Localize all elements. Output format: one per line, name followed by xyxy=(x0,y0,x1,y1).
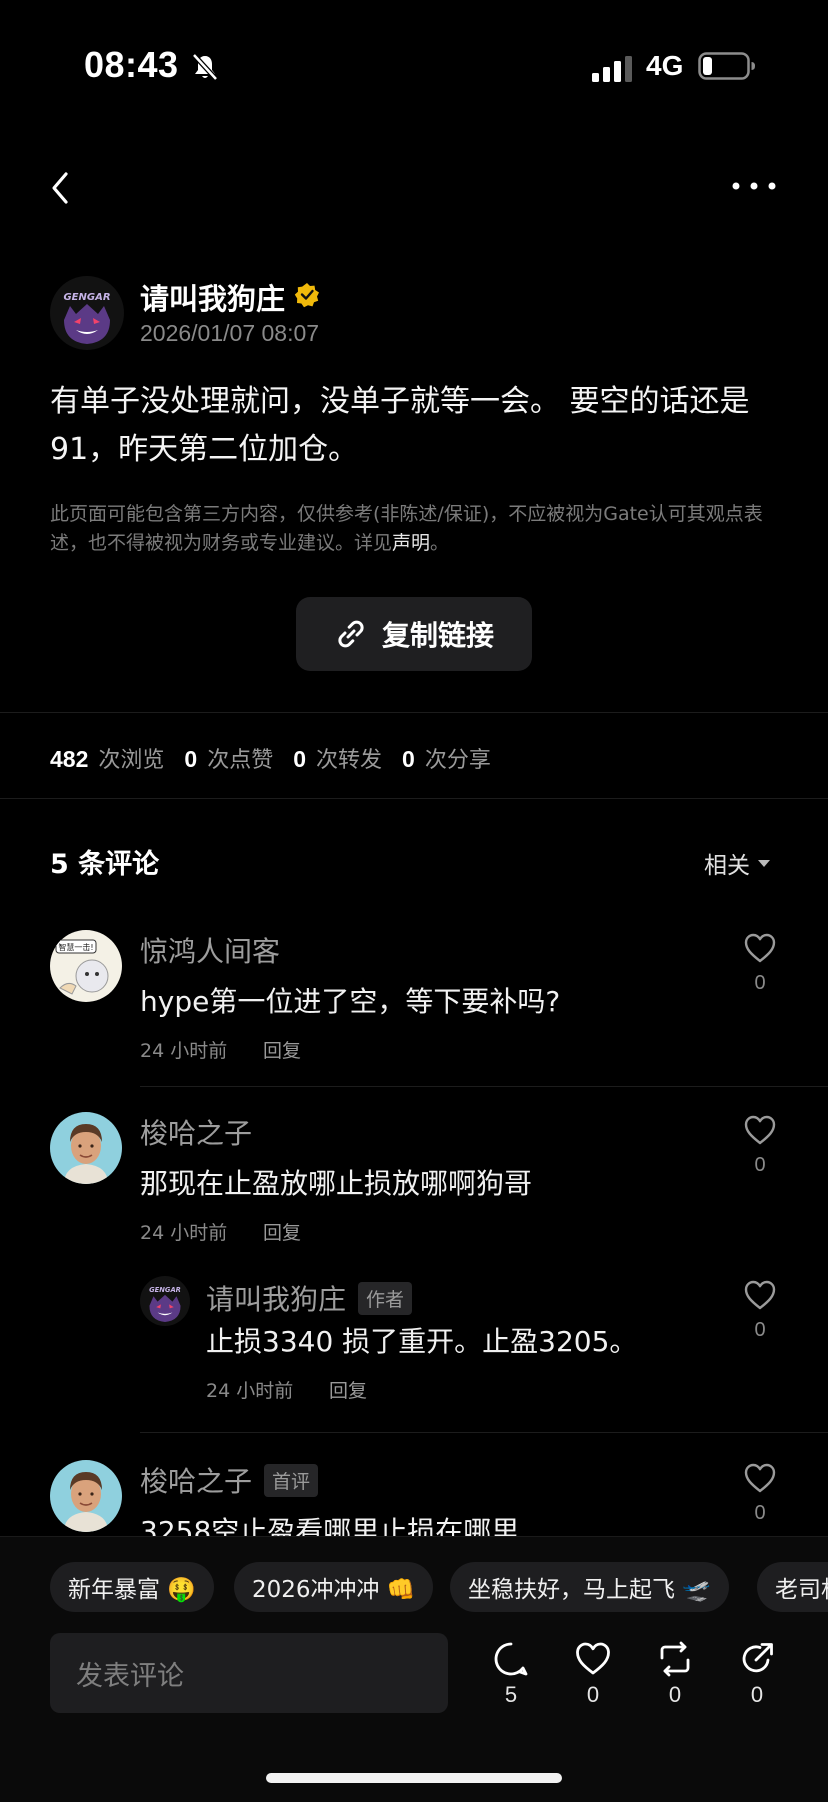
heart-outline-icon[interactable] xyxy=(743,1114,777,1146)
disclaimer: 此页面可能包含第三方内容，仅供参考(非陈述/保证)，不应被视为Gate认可其观点… xyxy=(50,500,780,558)
commenter-avatar[interactable]: 智慧一击! xyxy=(50,930,122,1002)
divider xyxy=(0,712,828,713)
link-icon xyxy=(338,620,364,648)
avatar-caption: 智慧一击! xyxy=(58,942,93,952)
post-timestamp: 2026/01/07 08:07 xyxy=(140,320,320,346)
sort-dropdown[interactable]: 相关 xyxy=(704,846,770,880)
repost-icon xyxy=(660,1641,690,1677)
repost-action[interactable]: 0 xyxy=(650,1640,700,1708)
commenter-avatar[interactable] xyxy=(50,1112,122,1184)
share-count: 0 xyxy=(402,746,415,772)
reply-avatar[interactable]: GENGAR xyxy=(140,1276,190,1326)
comment-like-count: 0 xyxy=(754,1502,766,1524)
comment-like-count: 0 xyxy=(754,972,766,994)
status-time: 08:43 xyxy=(84,44,179,85)
post-stats: 482 次浏览 0 次点赞 0 次转发 0 次分享 xyxy=(50,742,511,774)
share-icon xyxy=(742,1643,773,1673)
heart-outline-icon[interactable] xyxy=(743,932,777,964)
reply-time: 24 小时前 xyxy=(206,1380,294,1402)
avatar-logo-text: GENGAR xyxy=(63,292,110,303)
disclaimer-end: 。 xyxy=(430,532,450,554)
sort-label: 相关 xyxy=(704,853,750,879)
copy-link-button[interactable]: 复制链接 xyxy=(296,597,532,671)
like-label: 次点赞 xyxy=(207,748,274,773)
battery-icon xyxy=(698,52,755,80)
reply-author-name[interactable]: 请叫我狗庄 xyxy=(206,1278,346,1318)
divider xyxy=(140,1432,828,1433)
repost-count: 0 xyxy=(293,746,306,772)
commenter-avatar[interactable] xyxy=(50,1460,122,1532)
network-label: 4G xyxy=(646,50,684,81)
copy-link-label: 复制链接 xyxy=(381,619,494,652)
first-comment-tag: 首评 xyxy=(264,1464,319,1497)
author-avatar[interactable]: GENGAR xyxy=(50,276,124,350)
reply-button[interactable]: 回复 xyxy=(329,1376,367,1403)
heart-outline-icon[interactable] xyxy=(743,1279,777,1311)
quick-reply-chip[interactable]: 新年暴富 🤑 xyxy=(50,1562,214,1612)
commenter-name[interactable]: 惊鸿人间客 xyxy=(140,930,280,970)
share-action[interactable]: 0 xyxy=(732,1640,782,1708)
view-count: 482 xyxy=(50,746,89,772)
verified-badge-icon xyxy=(294,283,319,308)
home-indicator[interactable] xyxy=(266,1773,562,1783)
comment-bubble-icon xyxy=(494,1642,528,1676)
share-label: 次分享 xyxy=(424,748,491,773)
comment-input[interactable]: 发表评论 xyxy=(50,1633,448,1713)
share-action-count: 0 xyxy=(750,1682,764,1707)
post-body: 有单子没处理就问，没单子就等一会。 要空的话还是91，昨天第二位加仓。 xyxy=(50,384,750,467)
divider xyxy=(140,1086,828,1087)
comment-action-count: 5 xyxy=(504,1682,518,1707)
author-name[interactable]: 请叫我狗庄 xyxy=(140,276,285,318)
comment-like-count: 0 xyxy=(754,1319,766,1341)
comment-text: 那现在止盈放哪止损放哪啊狗哥 xyxy=(140,1167,533,1200)
commenter-name[interactable]: 梭哈之子 xyxy=(140,1460,252,1500)
caret-down-icon xyxy=(758,859,770,867)
comment-text: hype第一位进了空，等下要补吗? xyxy=(140,985,561,1018)
commenter-name[interactable]: 梭哈之子 xyxy=(140,1112,252,1152)
quick-reply-chip[interactable]: 老司机 xyxy=(757,1562,828,1612)
avatar-logo-text: GENGAR xyxy=(149,1286,181,1294)
like-action[interactable]: 0 xyxy=(568,1640,618,1708)
comment-action[interactable]: 5 xyxy=(486,1640,536,1708)
heart-outline-icon[interactable] xyxy=(743,1462,777,1494)
comment-like-count: 0 xyxy=(754,1154,766,1176)
back-chevron-icon[interactable] xyxy=(46,168,76,208)
more-dots-icon[interactable] xyxy=(730,178,778,194)
heart-outline-icon xyxy=(576,1642,610,1675)
like-action-count: 0 xyxy=(586,1682,600,1707)
like-count: 0 xyxy=(184,746,198,772)
disclaimer-link[interactable]: 声明 xyxy=(392,532,430,554)
reply-button[interactable]: 回复 xyxy=(263,1218,301,1245)
repost-label: 次转发 xyxy=(316,748,383,773)
reply-button[interactable]: 回复 xyxy=(263,1036,301,1063)
signal-icon xyxy=(592,56,632,82)
repost-action-count: 0 xyxy=(668,1682,682,1707)
bell-slash-icon xyxy=(192,53,218,81)
comment-time: 24 小时前 xyxy=(140,1222,228,1244)
comments-count-title: 5 条评论 xyxy=(50,849,160,880)
comment-time: 24 小时前 xyxy=(140,1040,228,1062)
author-tag: 作者 xyxy=(358,1282,413,1315)
reply-text: 止损3340 损了重开。止盈3205。 xyxy=(206,1325,638,1358)
quick-reply-chip[interactable]: 坐稳扶好，马上起飞 🛫 xyxy=(450,1562,729,1612)
view-label: 次浏览 xyxy=(98,748,165,773)
divider xyxy=(0,798,828,799)
quick-reply-chip[interactable]: 2026冲冲冲 👊 xyxy=(234,1562,434,1612)
